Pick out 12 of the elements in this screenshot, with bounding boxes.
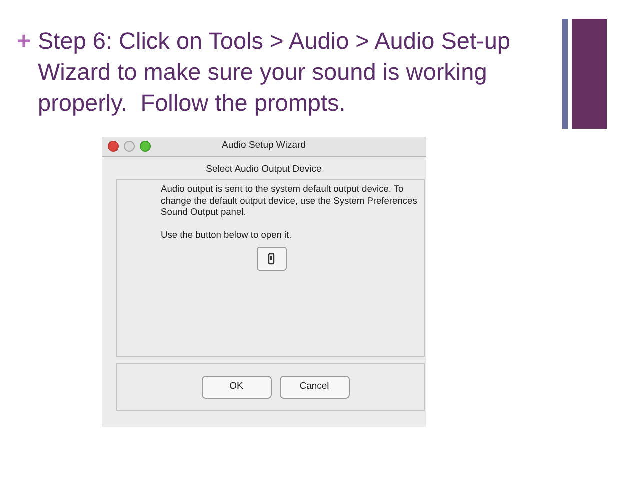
zoom-icon[interactable] [140,141,151,152]
window-title: Audio Setup Wizard [222,139,306,154]
close-icon[interactable] [108,141,119,152]
info-text: Audio output is sent to the system default output device. To change the default output device, use the System Preferences Sound Output panel. [161,184,418,218]
bullet: + [17,27,32,57]
switch-icon [268,253,276,265]
dialog-heading: Select Audio Output Device [205,163,323,177]
ok-button[interactable]: OK [202,376,272,398]
cancel-button[interactable]: Cancel [280,376,350,398]
slide-text: Step 6: Click on Tools > Audio > Audio Set-up Wizard to make sure your sound is working properly. Follow the prompts. [38,27,512,118]
info-text: Use the button below to open it. [161,230,293,241]
open-preferences-button[interactable] [256,247,286,271]
